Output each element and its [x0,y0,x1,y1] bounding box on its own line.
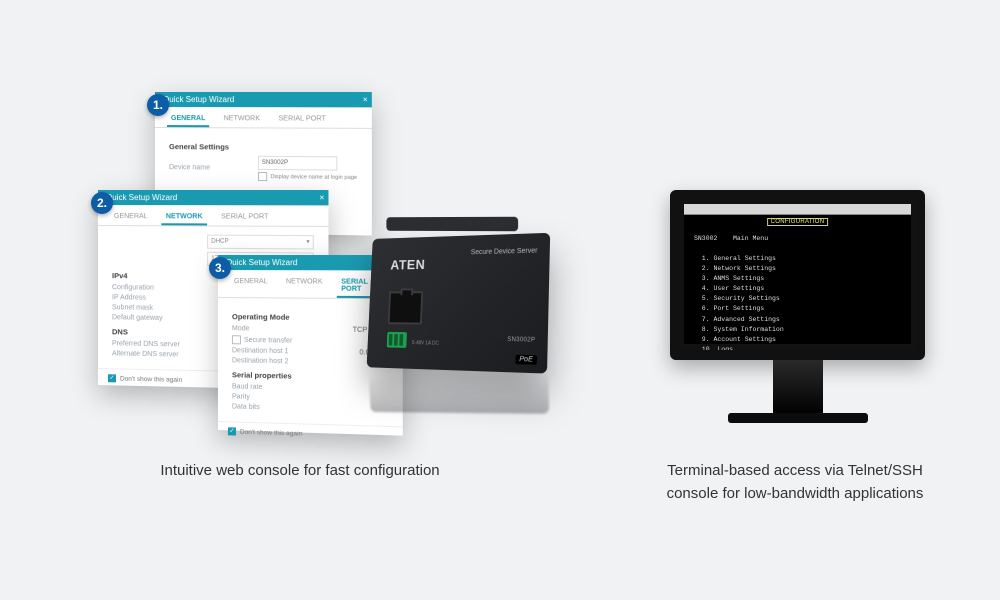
caption-right: Terminal-based access via Telnet/SSH con… [640,460,950,505]
device-label: Secure Device Server [471,247,538,256]
parity-label: Parity [232,393,250,400]
wizard-titlebar: Quick Setup Wizard × [155,92,372,107]
gw-label: Default gateway [112,314,163,322]
reflection [369,372,549,414]
tab-serial[interactable]: SERIAL PORT [217,210,273,225]
desktop-monitor: CONFIGURATION SN3002 Main Menu 1. Genera… [670,190,925,423]
tab-general[interactable]: GENERAL [167,112,209,127]
dhcp-select[interactable]: DHCP [207,235,314,250]
step-badge-2: 2. [91,192,113,214]
ip-label: IP Address [112,294,146,301]
baud-label: Baud rate [232,383,263,391]
monitor-base [728,413,868,423]
wizard-title: Quick Setup Wizard [106,193,177,202]
checkbox-icon[interactable]: ✓ [228,427,236,435]
tab-general[interactable]: GENERAL [230,275,272,297]
mode-label: Mode [232,325,250,332]
tab-network[interactable]: NETWORK [220,112,265,127]
step-badge-3: 3. [209,257,231,279]
monitor-screen: CONFIGURATION SN3002 Main Menu 1. Genera… [670,190,925,360]
tab-general[interactable]: GENERAL [110,210,152,225]
conf-label: Configuration [112,284,154,292]
secure-label: Secure transfer [232,335,292,345]
device-name-label: Device name [169,164,210,171]
close-icon[interactable]: × [319,190,324,205]
brand-logo: ATEN [390,256,425,272]
close-icon[interactable]: × [363,92,368,107]
device-server-hardware: ATEN Secure Device Server 5-48V 1A DC SN… [350,195,575,430]
terminal-block-icon [387,332,407,348]
dont-show-label: Don't show this again [240,428,302,437]
checkbox-icon[interactable] [232,335,241,344]
step-badge-1: 1. [147,94,169,116]
caption-left: Intuitive web console for fast configura… [140,460,460,483]
tab-network[interactable]: NETWORK [282,275,327,298]
poe-badge: PoE [515,355,537,365]
dest1-label: Destination host 1 [232,347,289,355]
display-option-label: Display device name at login page [270,174,357,181]
dest2-label: Destination host 2 [232,357,289,365]
section-heading: General Settings [169,142,357,152]
wizard-tabs: GENERAL NETWORK SERIAL PORT [155,107,372,129]
tab-serial[interactable]: SERIAL PORT [274,112,330,127]
model-label: SN3002P [507,337,535,344]
device-name-input[interactable]: SN3002P [258,156,337,171]
mask-label: Subnet mask [112,304,153,312]
wizard-title: Quick Setup Wizard [163,95,234,104]
wizard-title: Quick Setup Wizard [226,258,297,267]
pdns-label: Preferred DNS server [112,340,180,348]
monitor-stand [773,360,823,415]
data-label: Data bits [232,403,260,411]
terminal-menu-text: SN3002 Main Menu 1. General Settings 2. … [694,234,901,360]
dont-show-label: Don't show this again [120,375,182,383]
terminal-titlebar [684,204,911,215]
dc-spec-label: 5-48V 1A DC [412,340,439,347]
adns-label: Alternate DNS server [112,350,179,358]
mounting-bracket [386,217,518,231]
checkbox-icon[interactable]: ✓ [108,374,116,382]
checkbox-icon[interactable] [258,172,267,181]
tab-network[interactable]: NETWORK [162,210,207,225]
ethernet-port-icon [388,291,423,324]
terminal-window[interactable]: CONFIGURATION SN3002 Main Menu 1. Genera… [684,204,911,344]
terminal-banner: CONFIGURATION [767,218,829,226]
